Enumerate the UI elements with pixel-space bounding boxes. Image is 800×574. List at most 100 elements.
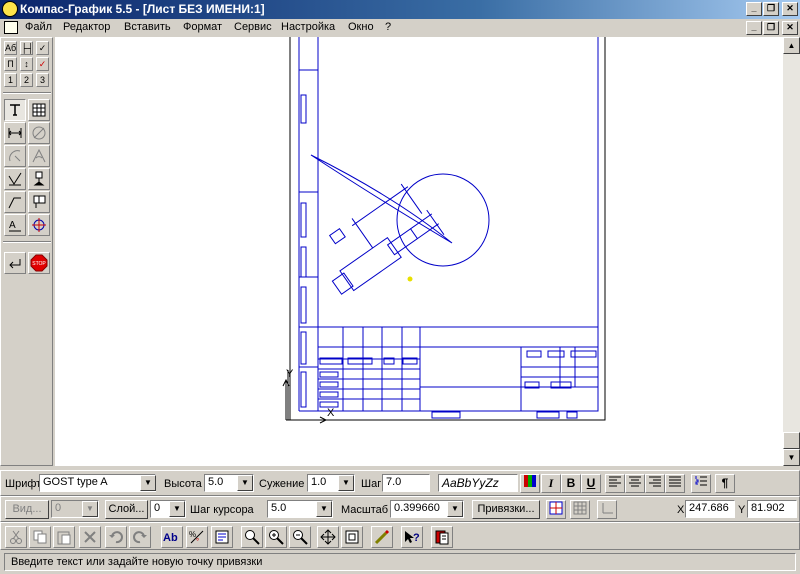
narrowing-dropdown-icon[interactable]: ▼ [338,475,354,491]
document-icon[interactable] [4,21,18,34]
center-mark-icon[interactable] [28,214,50,236]
zoom-in-icon[interactable] [265,526,287,548]
context-help-icon[interactable]: ? [401,526,423,548]
bold-button[interactable]: B [561,474,581,493]
text-tool-icon[interactable] [4,99,26,121]
tolerance-icon[interactable] [28,191,50,213]
page-2-button[interactable]: 2 [20,73,33,87]
menu-format[interactable]: Формат [183,21,222,33]
angle-dimension-icon[interactable] [28,145,50,167]
check-mode-button[interactable]: ✓ [36,41,49,55]
copy-icon[interactable] [29,526,51,548]
cursor-step-label: Шаг курсора [190,504,254,516]
align-justify-icon[interactable] [665,474,685,493]
menu-service[interactable]: Сервис [234,21,272,33]
leader-icon[interactable] [4,191,26,213]
view-dropdown-icon[interactable]: ▼ [82,501,98,517]
dimension-mode-button[interactable]: ├┤ [20,41,34,55]
grid-icon[interactable] [570,500,590,519]
datum-icon[interactable] [28,168,50,190]
title-bar: Компас-График 5.5 - [Лист БЕЗ ИМЕНИ:1] _… [0,0,800,19]
align-right-icon[interactable] [645,474,665,493]
cut-icon[interactable] [5,526,27,548]
delete-icon[interactable] [79,526,101,548]
scroll-up-button[interactable]: ▲ [783,37,800,54]
align-left-icon[interactable] [605,474,625,493]
text-color-icon[interactable] [520,474,540,493]
restore-button[interactable]: ❐ [763,2,779,16]
doc-close-button[interactable]: ✕ [782,21,798,35]
numbered-list-icon[interactable] [691,474,711,493]
page-3-button[interactable]: 3 [36,73,49,87]
italic-button[interactable]: I [541,474,561,493]
window-title: Компас-График 5.5 - [Лист БЕЗ ИМЕНИ:1] [20,2,265,16]
minimize-button[interactable]: _ [746,2,762,16]
close-button[interactable]: ✕ [782,2,798,16]
font-dropdown-icon[interactable]: ▼ [140,475,156,491]
menu-edit[interactable]: Редактор [63,21,110,33]
toolbar-divider [3,241,51,243]
height-dropdown-icon[interactable]: ▼ [237,475,253,491]
redo-icon[interactable] [129,526,151,548]
diameter-dimension-icon[interactable] [28,122,50,144]
drawing-sheet[interactable]: Y X [55,37,783,466]
menu-help[interactable]: ? [385,21,391,33]
x-coord-field[interactable]: 247.686 [685,500,735,518]
show-all-icon[interactable] [341,526,363,548]
pan-icon[interactable] [317,526,339,548]
page-1-button[interactable]: 1 [4,73,17,87]
stop-icon[interactable]: STOP [28,252,50,274]
local-cs-icon[interactable] [597,500,617,519]
special-symbol-icon[interactable]: % ° [186,526,208,548]
status-message: Введите текст или задайте новую точку пр… [4,553,796,571]
table-tool-icon[interactable] [28,99,50,121]
linear-dimension-icon[interactable] [4,122,26,144]
enter-icon[interactable] [4,252,26,274]
font-select[interactable]: GOST type A [39,474,156,492]
step-field[interactable]: 7.0 [382,474,430,492]
x-axis-label: X [327,407,335,419]
drawing-canvas[interactable]: Y X [55,37,783,466]
layer-dropdown-icon[interactable]: ▼ [169,501,185,517]
menu-insert[interactable]: Вставить [124,21,171,33]
paragraph-button[interactable]: ¶ [715,474,735,493]
scroll-down-button[interactable]: ▼ [783,449,800,466]
scale-dropdown-icon[interactable]: ▼ [447,501,463,517]
move-mode-button[interactable]: ↕ [20,57,33,71]
narrowing-label: Сужение [259,478,305,490]
view-button[interactable]: Вид... [5,500,49,519]
doc-minimize-button[interactable]: _ [746,21,762,35]
zoom-out-icon[interactable] [289,526,311,548]
view-properties-bar: Вид... 0 ▼ Слой... 0 ▼ Шаг курсора 5.0 ▼… [0,496,800,522]
text-mode-button[interactable]: Аб [4,41,17,55]
cursor-step-dropdown-icon[interactable]: ▼ [316,501,332,517]
step-label: Шаг [361,478,382,490]
y-coord-field[interactable]: 81.902 [747,500,797,518]
menu-window[interactable]: Окно [348,21,374,33]
vertical-scrollbar[interactable]: ▲ ▼ [783,37,800,466]
menu-settings[interactable]: Настройка [281,21,335,33]
param-mode-button[interactable]: П [4,57,17,71]
align-center-icon[interactable] [625,474,645,493]
underline-button[interactable]: U [581,474,601,493]
toolbar-divider [3,92,51,94]
edit-toolbar: Ab % ° ? [0,522,800,550]
snap-settings-icon[interactable] [546,500,566,519]
spellcheck-icon[interactable]: Ab [161,526,183,548]
doc-restore-button[interactable]: ❐ [763,21,779,35]
roughness-icon[interactable] [4,168,26,190]
app-icon[interactable] [2,1,18,17]
undo-icon[interactable] [105,526,127,548]
paste-icon[interactable] [53,526,75,548]
snaps-button[interactable]: Привязки... [472,500,540,519]
text-template-icon[interactable] [211,526,233,548]
scroll-thumb[interactable] [783,432,800,449]
edit-mode-button[interactable]: ✓ [36,57,49,71]
menu-file[interactable]: Файл [25,21,52,33]
position-label-icon[interactable]: A [4,214,26,236]
zoom-window-icon[interactable] [241,526,263,548]
layer-button[interactable]: Слой... [105,500,148,519]
radius-dimension-icon[interactable] [4,145,26,167]
properties-icon[interactable] [371,526,393,548]
library-icon[interactable] [431,526,453,548]
